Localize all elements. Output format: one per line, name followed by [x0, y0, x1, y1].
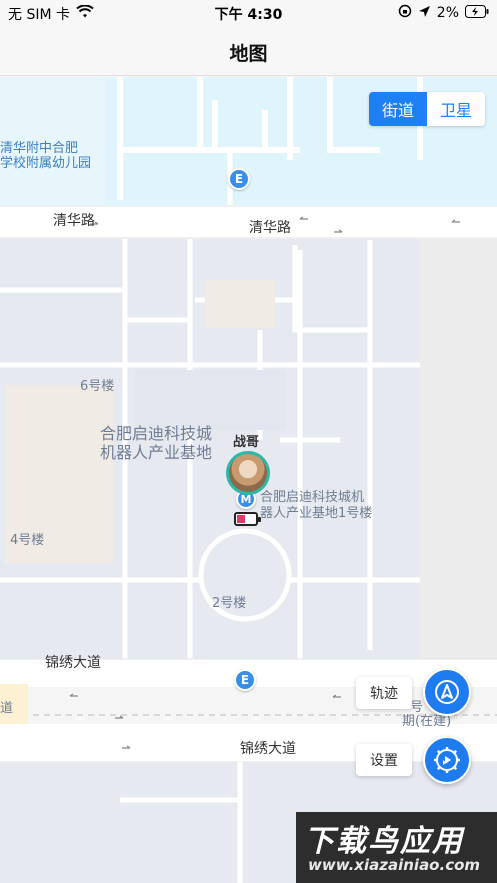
settings-fab[interactable] [423, 736, 471, 784]
location-arrow-icon [418, 5, 431, 22]
track-button[interactable]: 轨迹 [356, 677, 412, 709]
label-bldg-4: 4号楼 [10, 533, 45, 548]
rotation-lock-icon [398, 4, 412, 22]
device-battery-fill [237, 515, 245, 523]
label-edge: 道 [0, 701, 14, 716]
settings-button[interactable]: 设置 [356, 744, 412, 776]
battery-percent: 2% [436, 5, 459, 21]
label-park-2: 机器人产业基地 [100, 443, 213, 462]
watermark: 下载鸟应用 www.xiazainiao.com [296, 812, 497, 883]
label-bldg-6: 6号楼 [80, 379, 115, 394]
poi-pin-icon[interactable]: E [234, 669, 256, 691]
device-name-label: 战哥 [233, 435, 260, 450]
nav-bar: 地图 [0, 26, 497, 76]
device-avatar[interactable] [226, 451, 270, 495]
poi-pin-icon[interactable]: E [228, 168, 250, 190]
gear-icon [434, 747, 460, 773]
label-bldg-2: 2号楼 [212, 596, 247, 611]
page-title: 地图 [229, 43, 268, 65]
watermark-domain: www.xiazainiao.com [308, 856, 481, 874]
label-bldg-1-line2: 器人产业基地1号楼 [260, 506, 373, 521]
label-road-jinxiu-lower: 锦绣大道 [240, 741, 296, 757]
label-road-jinxiu-upper: 锦绣大道 [45, 655, 101, 671]
toggle-street[interactable]: 街道 [369, 92, 427, 126]
label-road-qinghua-right: 清华路 [249, 220, 291, 236]
label-park-1: 合肥启迪科技城 [100, 424, 213, 443]
navigate-button[interactable] [423, 668, 471, 716]
status-bar: 无 SIM 卡 下午 4:30 2% [0, 0, 497, 26]
battery-charging-icon [465, 4, 489, 22]
label-kindergarten-1: 清华附中合肥 [0, 141, 79, 156]
map-type-toggle: 街道 卫星 [369, 92, 485, 126]
watermark-brand: 下载鸟应用 [304, 824, 464, 859]
navigation-arrow-icon [435, 680, 459, 704]
toggle-satellite[interactable]: 卫星 [427, 92, 485, 126]
device-battery-icon [234, 512, 261, 526]
label-kindergarten-2: 学校附属幼儿园 [0, 156, 92, 171]
label-road-qinghua-left: 清华路 [53, 213, 95, 229]
